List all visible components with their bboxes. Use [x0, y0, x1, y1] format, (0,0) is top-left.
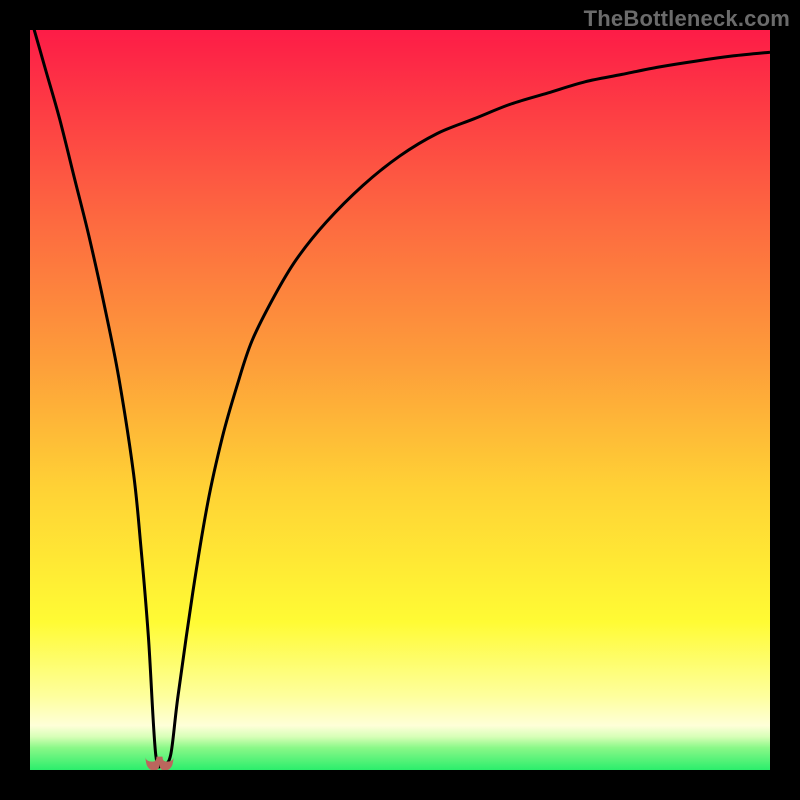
plot-area [30, 30, 770, 770]
gradient-background [30, 30, 770, 770]
watermark-text: TheBottleneck.com [584, 6, 790, 32]
chart-frame: TheBottleneck.com [0, 0, 800, 800]
chart-canvas [30, 30, 770, 770]
